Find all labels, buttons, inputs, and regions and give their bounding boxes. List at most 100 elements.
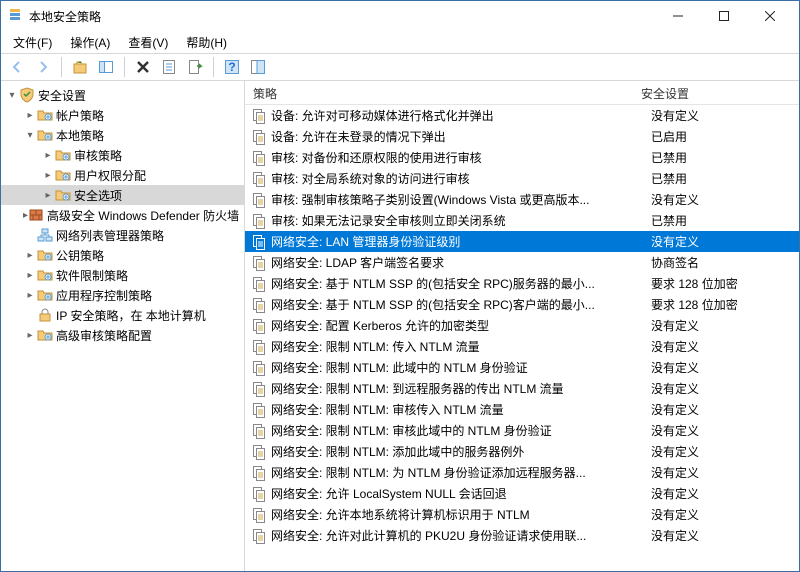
policy-name: 网络安全: 允许本地系统将计算机标识用于 NTLM (271, 506, 651, 523)
up-button[interactable] (68, 55, 92, 79)
policy-icon (251, 150, 267, 166)
policy-row[interactable]: 网络安全: 允许 LocalSystem NULL 会话回退没有定义 (245, 483, 799, 504)
folder-icon (37, 107, 53, 123)
tree-item[interactable]: ▸高级安全 Windows Defender 防火墙 (1, 205, 244, 225)
policy-row[interactable]: 网络安全: LDAP 客户端签名要求协商签名 (245, 252, 799, 273)
policy-icon (251, 213, 267, 229)
tree-item[interactable]: ▸ 帐户策略 (1, 105, 244, 125)
expand-icon[interactable]: ▾ (23, 130, 37, 141)
policy-row[interactable]: 网络安全: 基于 NTLM SSP 的(包括安全 RPC)服务器的最小...要求… (245, 273, 799, 294)
policy-row[interactable]: 设备: 允许在未登录的情况下弹出已启用 (245, 126, 799, 147)
policy-icon (251, 276, 267, 292)
expand-icon[interactable]: ▸ (23, 290, 37, 301)
policy-setting: 没有定义 (651, 317, 799, 334)
tree-pane[interactable]: ▾安全设置▸帐户策略▾本地策略▸审核策略▸用户权限分配▸安全选项▸高级安全 Wi… (1, 81, 245, 571)
folder-icon (37, 247, 53, 263)
tree-item[interactable]: ▾本地策略 (1, 125, 244, 145)
menu-view[interactable]: 查看(V) (120, 32, 176, 53)
back-button[interactable] (5, 55, 29, 79)
tree-item[interactable]: ▸公钥策略 (1, 245, 244, 265)
policy-icon (251, 318, 267, 334)
policy-setting: 要求 128 位加密 (651, 296, 799, 313)
expand-icon[interactable]: ▸ (41, 150, 55, 161)
policy-row[interactable]: 设备: 允许对可移动媒体进行格式化并弹出没有定义 (245, 105, 799, 126)
forward-button[interactable] (31, 55, 55, 79)
policy-row[interactable]: 审核: 对全局系统对象的访问进行审核已禁用 (245, 168, 799, 189)
policy-row[interactable]: 网络安全: 限制 NTLM: 传入 NTLM 流量没有定义 (245, 336, 799, 357)
policy-name: 设备: 允许在未登录的情况下弹出 (271, 128, 651, 145)
properties-button[interactable] (157, 55, 181, 79)
policy-row[interactable]: 网络安全: 配置 Kerberos 允许的加密类型没有定义 (245, 315, 799, 336)
close-button[interactable] (747, 1, 793, 31)
column-policy[interactable]: 策略 (245, 81, 633, 104)
expand-icon[interactable]: ▾ (5, 90, 19, 101)
menu-action[interactable]: 操作(A) (62, 32, 118, 53)
list-pane: 策略 安全设置 设备: 允许对可移动媒体进行格式化并弹出没有定义设备: 允许在未… (245, 81, 799, 571)
policy-row[interactable]: 网络安全: 限制 NTLM: 此域中的 NTLM 身份验证没有定义 (245, 357, 799, 378)
network-icon (37, 227, 53, 243)
menu-help[interactable]: 帮助(H) (178, 32, 235, 53)
list-header: 策略 安全设置 (245, 81, 799, 105)
policy-row[interactable]: 网络安全: 限制 NTLM: 到远程服务器的传出 NTLM 流量没有定义 (245, 378, 799, 399)
help-button[interactable]: ? (220, 55, 244, 79)
expand-icon[interactable]: ▸ (23, 330, 37, 341)
titlebar: 本地安全策略 (1, 1, 799, 31)
policy-row[interactable]: 网络安全: 限制 NTLM: 审核传入 NTLM 流量没有定义 (245, 399, 799, 420)
tree-item[interactable]: ▸安全选项 (1, 185, 244, 205)
tree-root[interactable]: ▾安全设置 (1, 85, 244, 105)
policy-row[interactable]: 网络安全: 限制 NTLM: 审核此域中的 NTLM 身份验证没有定义 (245, 420, 799, 441)
policy-setting: 已禁用 (651, 170, 799, 187)
policy-setting: 没有定义 (651, 401, 799, 418)
policy-row[interactable]: 审核: 强制审核策略子类别设置(Windows Vista 或更高版本...没有… (245, 189, 799, 210)
policy-setting: 没有定义 (651, 191, 799, 208)
export-button[interactable] (183, 55, 207, 79)
expand-icon[interactable]: ▸ (23, 250, 37, 261)
policy-setting: 已禁用 (651, 212, 799, 229)
tree-item[interactable]: ▸软件限制策略 (1, 265, 244, 285)
expand-icon[interactable]: ▸ (41, 190, 55, 201)
refresh-button[interactable] (246, 55, 270, 79)
policy-setting: 没有定义 (651, 527, 799, 544)
show-hide-tree-button[interactable] (94, 55, 118, 79)
policy-name: 网络安全: 限制 NTLM: 此域中的 NTLM 身份验证 (271, 359, 651, 376)
expand-icon[interactable]: ▸ (41, 170, 55, 181)
policy-row[interactable]: 审核: 如果无法记录安全审核则立即关闭系统已禁用 (245, 210, 799, 231)
policy-name: 网络安全: 基于 NTLM SSP 的(包括安全 RPC)服务器的最小... (271, 275, 651, 292)
brick-icon (28, 207, 44, 223)
svg-text:?: ? (228, 60, 235, 74)
policy-row[interactable]: 网络安全: 允许对此计算机的 PKU2U 身份验证请求使用联...没有定义 (245, 525, 799, 546)
policy-setting: 已启用 (651, 128, 799, 145)
policy-name: 审核: 对备份和还原权限的使用进行审核 (271, 149, 651, 166)
tree-item[interactable]: ▸应用程序控制策略 (1, 285, 244, 305)
policy-row[interactable]: 网络安全: 允许本地系统将计算机标识用于 NTLM没有定义 (245, 504, 799, 525)
policy-icon (251, 444, 267, 460)
expand-icon[interactable]: ▸ (23, 270, 37, 281)
list-body[interactable]: 设备: 允许对可移动媒体进行格式化并弹出没有定义设备: 允许在未登录的情况下弹出… (245, 105, 799, 571)
delete-button[interactable] (131, 55, 155, 79)
policy-name: 网络安全: 限制 NTLM: 传入 NTLM 流量 (271, 338, 651, 355)
expand-icon[interactable]: ▸ (23, 110, 37, 121)
tree-item[interactable]: ▸高级审核策略配置 (1, 325, 244, 345)
policy-name: 网络安全: LAN 管理器身份验证级别 (271, 233, 651, 250)
policy-row[interactable]: 网络安全: 基于 NTLM SSP 的(包括安全 RPC)客户端的最小...要求… (245, 294, 799, 315)
policy-row[interactable]: 网络安全: 限制 NTLM: 添加此域中的服务器例外没有定义 (245, 441, 799, 462)
tree-label: 用户权限分配 (74, 167, 146, 184)
column-setting[interactable]: 安全设置 (633, 81, 781, 104)
policy-name: 网络安全: LDAP 客户端签名要求 (271, 254, 651, 271)
tree-label: 帐户策略 (56, 107, 104, 124)
maximize-button[interactable] (701, 1, 747, 31)
policy-row[interactable]: 审核: 对备份和还原权限的使用进行审核已禁用 (245, 147, 799, 168)
tree-label: 高级安全 Windows Defender 防火墙 (47, 207, 239, 224)
policy-row[interactable]: 网络安全: LAN 管理器身份验证级别没有定义 (245, 231, 799, 252)
lock-icon (37, 307, 53, 323)
tree-item[interactable]: 网络列表管理器策略 (1, 225, 244, 245)
policy-row[interactable]: 网络安全: 限制 NTLM: 为 NTLM 身份验证添加远程服务器...没有定义 (245, 462, 799, 483)
policy-icon (251, 486, 267, 502)
menu-file[interactable]: 文件(F) (5, 32, 60, 53)
folder-icon (55, 167, 71, 183)
tree-item[interactable]: IP 安全策略，在 本地计算机 (1, 305, 244, 325)
tree-item[interactable]: ▸审核策略 (1, 145, 244, 165)
folder-icon (37, 127, 53, 143)
tree-item[interactable]: ▸ 用户权限分配 (1, 165, 244, 185)
minimize-button[interactable] (655, 1, 701, 31)
